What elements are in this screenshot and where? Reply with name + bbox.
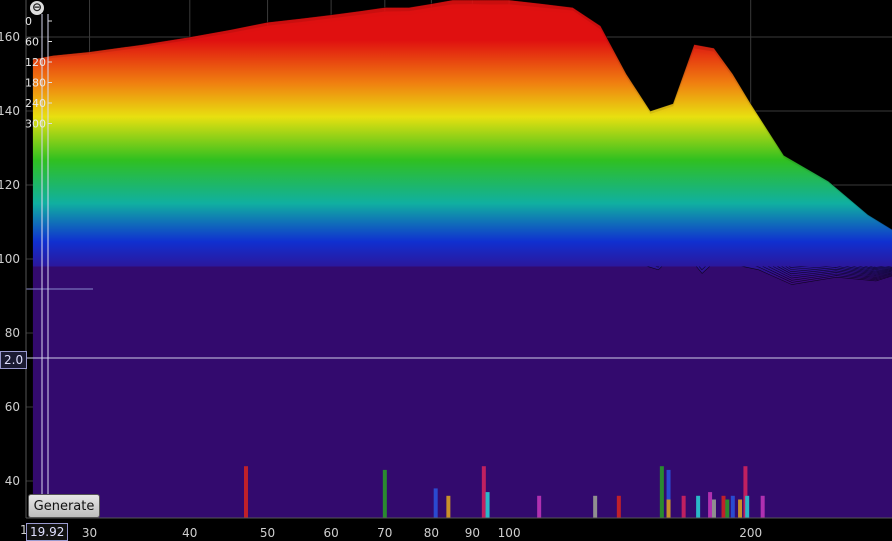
floor-fill — [33, 266, 892, 518]
slice-value-label: 0 — [25, 15, 32, 28]
y-tick-label: 100 — [0, 252, 20, 266]
marker-bar — [593, 496, 597, 518]
slice-value-label: 240 — [25, 97, 46, 110]
y-tick-label: 60 — [5, 400, 20, 414]
waterfall-chart: 160140120100806040 30405060708090100200 … — [0, 0, 892, 540]
slice-value-label: 300 — [25, 118, 46, 131]
x-tick-label: 60 — [323, 526, 338, 540]
x-tick-label: 40 — [182, 526, 197, 540]
marker-bar — [696, 496, 700, 518]
x-tick-label: 90 — [465, 526, 480, 540]
x-tick-label: 30 — [82, 526, 97, 540]
marker-bar — [660, 466, 664, 518]
marker-bar — [745, 496, 749, 518]
marker-bar — [482, 466, 486, 518]
slice-value-label: 120 — [25, 56, 46, 69]
marker-bar — [731, 496, 735, 518]
x-tick-label: 70 — [377, 526, 392, 540]
collapse-icon[interactable]: ⊖ — [30, 1, 44, 15]
current-value-readout: 2.0 — [0, 351, 27, 369]
marker-bar — [244, 466, 248, 518]
marker-bar — [617, 496, 621, 518]
marker-bar — [761, 496, 765, 518]
x-tick-label: 80 — [424, 526, 439, 540]
marker-bar — [446, 496, 450, 518]
slice-value-label: 180 — [25, 77, 46, 90]
marker-bar — [712, 500, 716, 519]
marker-bar — [486, 492, 490, 518]
y-tick-label: 140 — [0, 104, 20, 118]
marker-bar — [667, 500, 671, 519]
y-tick-label: 160 — [0, 30, 20, 44]
x-tick-label: 200 — [739, 526, 762, 540]
generate-button[interactable]: Generate — [28, 494, 100, 518]
slice-value-label: 60 — [25, 36, 39, 49]
y-tick-label: 80 — [5, 326, 20, 340]
y-tick-label: 120 — [0, 178, 20, 192]
marker-bar — [708, 492, 712, 518]
marker-bar — [434, 488, 438, 518]
y-tick-label: 40 — [5, 474, 20, 488]
marker-bar — [383, 470, 387, 518]
cursor-frequency-readout: 19.92 — [26, 523, 68, 541]
x-tick-label: 50 — [260, 526, 275, 540]
marker-bar — [682, 496, 686, 518]
x-tick-label: 100 — [498, 526, 521, 540]
marker-bar — [738, 500, 742, 519]
marker-bar — [537, 496, 541, 518]
marker-bar — [725, 500, 729, 519]
marker-bar — [722, 496, 726, 518]
